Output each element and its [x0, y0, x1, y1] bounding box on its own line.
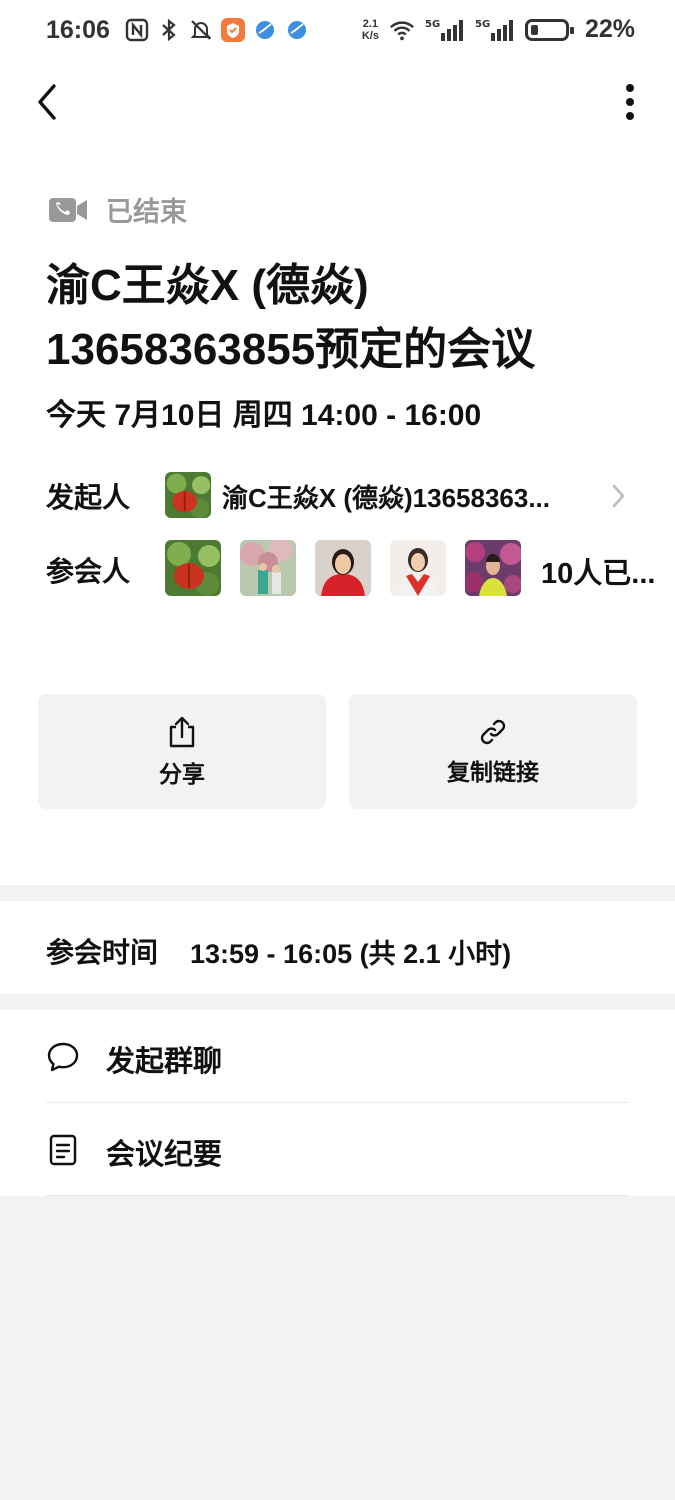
menu-divider: [46, 1195, 629, 1196]
attendee-avatar[interactable]: [240, 540, 296, 596]
more-options-button[interactable]: [616, 80, 644, 124]
document-icon: [49, 1134, 77, 1166]
copy-link-button[interactable]: 复制链接: [349, 694, 637, 809]
status-icons-left: [124, 17, 310, 43]
net-speed: 2.1 K/s: [361, 17, 379, 42]
svg-text:5G: 5G: [425, 19, 440, 30]
chevron-right-icon: [612, 484, 625, 508]
bluetooth-icon: [156, 17, 182, 43]
battery-percent: 22%: [584, 15, 635, 43]
attendance-label: 参会时间: [46, 937, 159, 968]
wifi-icon: [389, 17, 415, 43]
chat-bubble-icon: [47, 1042, 79, 1072]
meeting-datetime: 今天 7月10日 周四 14:00 - 16:00: [46, 399, 482, 432]
host-detail-chevron[interactable]: [608, 482, 628, 510]
attendee-avatar[interactable]: [465, 540, 521, 596]
app-bubble-icon: [284, 17, 310, 43]
meeting-menu: 发起群聊 会议纪要: [0, 1010, 675, 1196]
meeting-minutes-item[interactable]: 会议纪要: [0, 1103, 675, 1196]
host-avatar[interactable]: [165, 472, 211, 518]
attendee-avatar[interactable]: [315, 540, 371, 596]
host-label: 发起人: [46, 482, 131, 513]
attendance-value: 13:59 - 16:05 (共 2.1 小时): [190, 939, 512, 969]
nfc-icon: [124, 17, 150, 43]
signal-icon: 5G: [425, 17, 465, 43]
start-group-chat-item[interactable]: 发起群聊: [0, 1010, 675, 1103]
link-icon: [480, 719, 506, 744]
app-badge-icon: [220, 17, 246, 43]
attendee-avatar[interactable]: [390, 540, 446, 596]
attendee-count[interactable]: 10人已...: [541, 550, 661, 592]
status-time: 16:06: [46, 16, 110, 44]
video-camera-icon: [49, 197, 87, 222]
attendees-label: 参会人: [46, 556, 131, 587]
host-name[interactable]: 渝C王焱X (德焱)13658363...: [222, 478, 602, 515]
svg-text:5G: 5G: [475, 19, 490, 30]
meeting-status: 已结束: [48, 190, 187, 229]
chevron-left-icon: [38, 84, 56, 120]
battery-icon: [524, 18, 574, 41]
mute-bell-icon: [188, 17, 214, 43]
attendance-time-card: 参会时间 13:59 - 16:05 (共 2.1 小时): [0, 901, 675, 994]
share-icon: [169, 716, 195, 747]
app-bubble-icon: [252, 17, 278, 43]
status-bar: 16:06 2.1 K/s 5G 5G 22%: [0, 0, 675, 64]
more-vertical-icon: [626, 84, 634, 120]
signal-icon: 5G: [475, 17, 515, 43]
battery-level: [530, 24, 538, 35]
status-icons-right: 2.1 K/s 5G 5G 22%: [362, 15, 635, 44]
share-button[interactable]: 分享: [38, 694, 326, 809]
attendee-avatar[interactable]: [165, 540, 221, 596]
back-button[interactable]: [30, 82, 66, 122]
meeting-title: 渝C王焱X (德焱) 13658363855预定的会议: [46, 261, 536, 374]
